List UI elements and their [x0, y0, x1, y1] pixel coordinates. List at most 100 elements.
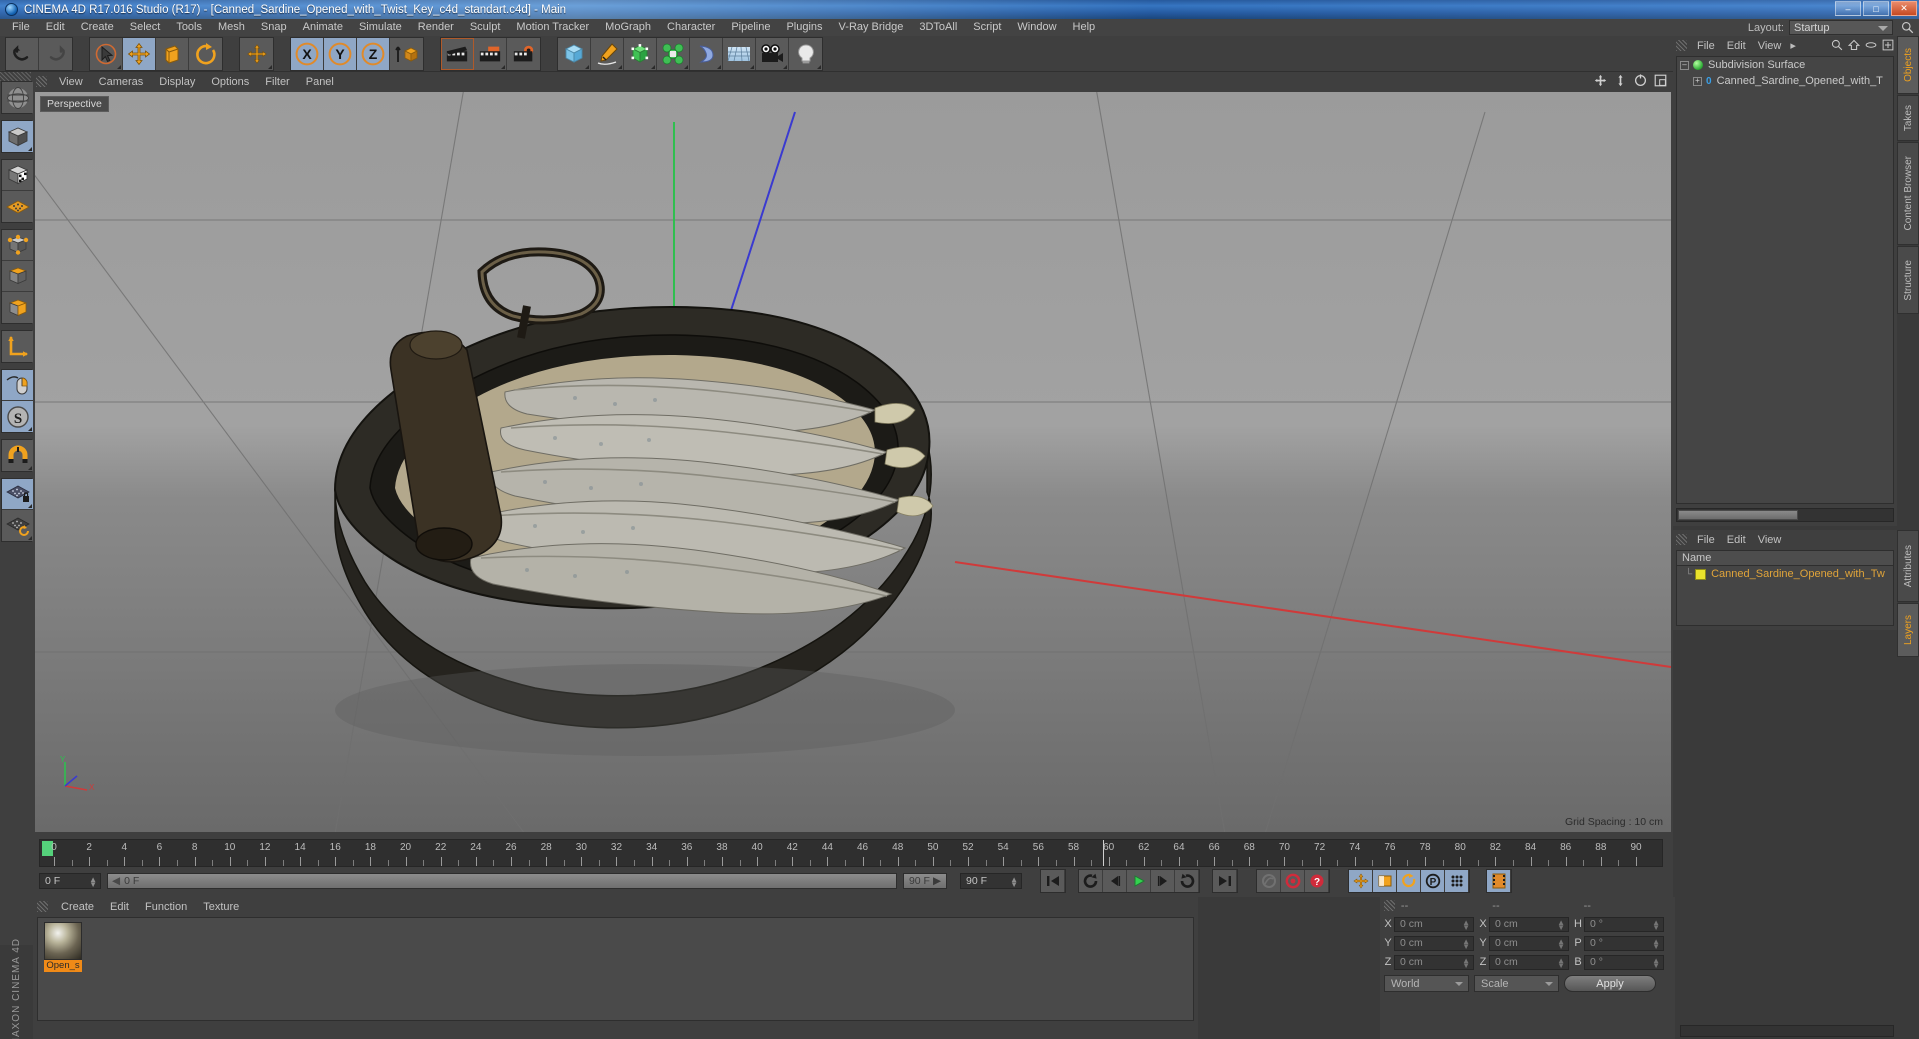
coordinate-system-dropdown[interactable]: World [1384, 975, 1469, 992]
tab-takes[interactable]: Takes [1897, 95, 1919, 141]
menu-item-vray-bridge[interactable]: V-Ray Bridge [831, 19, 912, 36]
polygons-mode-icon[interactable] [2, 292, 33, 323]
layout-dropdown[interactable]: Startup [1789, 20, 1893, 35]
layer-list[interactable]: └ Canned_Sardine_Opened_with_Tw [1676, 566, 1894, 626]
stepper-icon[interactable]: ▲ ▼ [1462, 918, 1470, 931]
position-key-button[interactable] [1349, 870, 1373, 892]
rotation-p-field[interactable]: 0 ° ▲ ▼ [1584, 935, 1664, 951]
stepper-icon[interactable]: ▲ ▼ [1557, 918, 1565, 931]
panel-grip-icon[interactable] [36, 76, 47, 87]
move-tool-icon[interactable] [123, 37, 156, 70]
workplane-align-icon[interactable] [2, 510, 33, 541]
make-editable-icon[interactable] [2, 82, 33, 113]
go-to-end-button[interactable] [1213, 870, 1237, 892]
stepper-icon[interactable]: ▲ ▼ [1010, 876, 1018, 889]
menu-item-tools[interactable]: Tools [168, 19, 210, 36]
dolly-view-icon[interactable] [1614, 74, 1627, 87]
stepper-icon[interactable]: ▲ ▼ [1462, 937, 1470, 950]
add-camera-icon[interactable] [756, 37, 789, 70]
rotation-h-field[interactable]: 0 ° ▲ ▼ [1584, 916, 1664, 932]
maximize-button[interactable]: □ [1863, 1, 1889, 16]
tab-layers[interactable]: Layers [1897, 603, 1919, 657]
tab-structure[interactable]: Structure [1897, 246, 1919, 314]
viewport-3d-canvas[interactable]: Perspective Grid Spacing: 10 cm Y X [35, 92, 1671, 832]
apply-button[interactable]: Apply [1564, 975, 1656, 992]
layer-hscrollbar[interactable] [1680, 1025, 1894, 1037]
previous-frame-button[interactable] [1103, 870, 1127, 892]
material-list-area[interactable]: Open_s [37, 917, 1194, 1021]
edges-mode-icon[interactable] [2, 261, 33, 292]
menu-item-animate[interactable]: Animate [295, 19, 351, 36]
panel-grip-icon[interactable] [1676, 534, 1687, 545]
object-menu-overflow-icon[interactable]: ▸ [1787, 39, 1799, 52]
menu-item-plugins[interactable]: Plugins [778, 19, 830, 36]
menu-item-mesh[interactable]: Mesh [210, 19, 253, 36]
rotate-view-icon[interactable] [1634, 74, 1647, 87]
menu-item-render[interactable]: Render [410, 19, 462, 36]
menu-item-select[interactable]: Select [122, 19, 169, 36]
texture-mode-icon[interactable] [2, 160, 33, 191]
undo-icon[interactable] [6, 37, 39, 70]
point-level-animation-button[interactable] [1445, 870, 1469, 892]
menu-item-simulate[interactable]: Simulate [351, 19, 410, 36]
menu-item-snap[interactable]: Snap [253, 19, 295, 36]
layer-color-swatch[interactable] [1695, 568, 1707, 580]
viewport-menu-filter[interactable]: Filter [257, 76, 297, 88]
position-z-field[interactable]: 0 cm ▲ ▼ [1394, 954, 1474, 970]
layer-menu-edit[interactable]: Edit [1721, 534, 1752, 546]
expander-icon[interactable]: ‒ [1680, 60, 1689, 70]
object-menu-edit[interactable]: Edit [1721, 40, 1752, 52]
material-menu-texture[interactable]: Texture [195, 901, 247, 913]
loop-button[interactable] [1175, 870, 1199, 892]
menu-item-create[interactable]: Create [73, 19, 122, 36]
size-y-field[interactable]: 0 cm ▲ ▼ [1489, 935, 1569, 951]
scrollbar-thumb[interactable] [1678, 510, 1798, 520]
workplane-lock-icon[interactable] [2, 479, 33, 510]
record-active-objects-button[interactable] [1281, 870, 1305, 892]
redo-icon[interactable] [39, 37, 72, 70]
size-z-field[interactable]: 0 cm ▲ ▼ [1489, 954, 1569, 970]
play-backwards-button[interactable] [1079, 870, 1103, 892]
menu-item-3dtoall[interactable]: 3DToAll [911, 19, 965, 36]
render-to-picture-viewer-icon[interactable] [474, 37, 507, 70]
menu-item-script[interactable]: Script [965, 19, 1009, 36]
new-tab-icon[interactable] [1882, 39, 1894, 51]
add-mograph-cloner-icon[interactable] [657, 37, 690, 70]
object-tree[interactable]: ‒ Subdivision Surface + 0 Canned_Sardine… [1676, 56, 1894, 504]
add-environment-icon[interactable] [723, 37, 756, 70]
scale-tool-icon[interactable] [156, 37, 189, 70]
menu-item-window[interactable]: Window [1009, 19, 1064, 36]
object-tree-hscrollbar[interactable] [1676, 508, 1894, 522]
pan-view-icon[interactable] [1594, 74, 1607, 87]
autokeying-toggle-button[interactable]: ? [1305, 870, 1329, 892]
position-x-field[interactable]: 0 cm ▲ ▼ [1394, 916, 1474, 932]
tab-content-browser[interactable]: Content Browser [1897, 142, 1919, 245]
add-spline-pen-icon[interactable] [591, 37, 624, 70]
lock-x-axis-icon[interactable]: X [291, 37, 324, 70]
stepper-icon[interactable]: ▲ ▼ [1652, 918, 1660, 931]
rotate-tool-icon[interactable] [189, 37, 222, 70]
add-cube-object-icon[interactable] [558, 37, 591, 70]
enable-snap-s-icon[interactable]: S [2, 401, 33, 432]
search-icon[interactable] [1901, 21, 1914, 34]
tab-attributes[interactable]: Attributes [1897, 530, 1919, 602]
tab-objects[interactable]: Objects [1897, 36, 1919, 94]
object-mode-icon[interactable] [2, 121, 33, 152]
stepper-icon[interactable]: ▲ ▼ [89, 876, 97, 889]
stepper-icon[interactable]: ▲ ▼ [1557, 937, 1565, 950]
panel-grip-icon[interactable] [1384, 900, 1395, 911]
menu-item-character[interactable]: Character [659, 19, 723, 36]
panel-grip-icon[interactable] [1676, 40, 1687, 51]
timeline-frame-slider[interactable]: ◀ 0 F [107, 873, 897, 889]
rotation-key-button[interactable] [1397, 870, 1421, 892]
viewport-menu-options[interactable]: Options [203, 76, 257, 88]
add-light-icon[interactable] [789, 37, 822, 70]
position-y-field[interactable]: 0 cm ▲ ▼ [1394, 935, 1474, 951]
workplane-mode-icon[interactable] [2, 191, 33, 222]
material-menu-function[interactable]: Function [137, 901, 195, 913]
timeline-ruler[interactable]: 0 2 4 6 8 10 12 14 16 18 20 22 24 26 28 30 32 34 36 38 40 42 4… [39, 839, 1663, 867]
search-icon[interactable] [1831, 39, 1843, 51]
material-menu-create[interactable]: Create [53, 901, 102, 913]
stepper-icon[interactable]: ▲ ▼ [1462, 956, 1470, 969]
live-selection-icon[interactable] [90, 37, 123, 70]
